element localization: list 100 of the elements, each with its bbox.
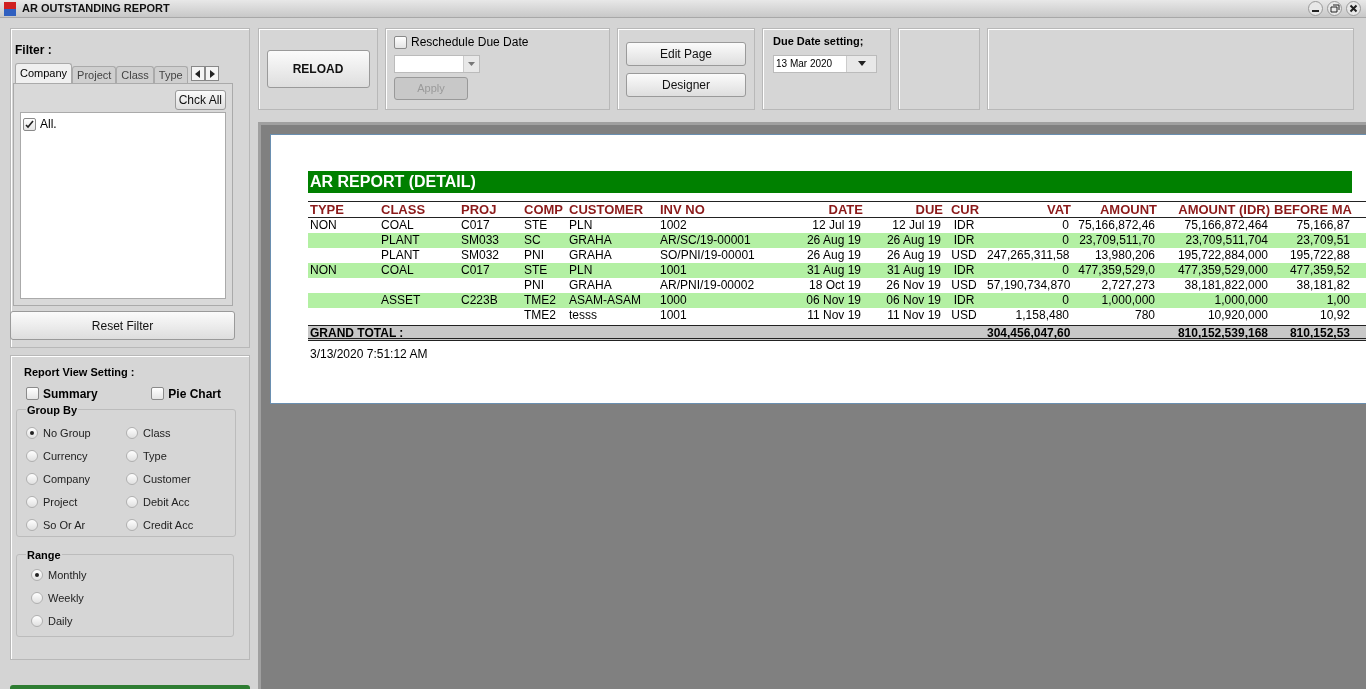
table-cell-text: 1,000,000 [1213,293,1269,308]
table-cell-text: 11 Nov 19 [806,308,862,323]
radio-button[interactable] [26,496,38,508]
column-header: TYPE [309,202,345,217]
radio-button[interactable] [126,473,138,485]
radio-button[interactable] [31,569,43,581]
table-cell-text: 23,709,51 [1295,233,1351,248]
left-arrow-icon [194,69,201,78]
column-header: INV NO [659,202,706,217]
table-cell-text: 477,359,529,0 [1077,263,1156,278]
table-cell-text: AR/SC/19-00001 [659,233,752,248]
column-header: BEFORE MA [1273,202,1352,217]
right-arrow-icon [208,69,215,78]
radio-button[interactable] [26,427,38,439]
reset-filter-button[interactable]: Reset Filter [10,311,235,340]
table-cell-text: STE [523,263,549,278]
table-cell-text: 06 Nov 19 [885,293,942,308]
checkbox[interactable] [394,35,407,49]
table-cell-text: 31 Aug 19 [805,263,862,278]
reload-button[interactable]: RELOAD [266,50,370,88]
check-icon [25,119,34,129]
table-cell-text: 1,00 [1325,293,1351,308]
table-cell-text: 1,158,480 [1014,308,1070,323]
tab[interactable]: Type [153,66,188,83]
report-view-label: Report View Setting : [24,365,136,380]
radio-button[interactable] [31,592,43,604]
table-cell-text: 57,190,734,870 [986,278,1071,293]
option-label: Summary [43,385,98,403]
table-cell-text: 0 [1061,293,1070,308]
table-cell-text: TME2 [523,308,557,323]
table-cell-text: 38,181,822,000 [1183,278,1269,293]
table-cell-text: 1001 [659,263,688,278]
report-title: AR REPORT (DETAIL) [308,171,1352,193]
table-cell-text: NON [309,263,338,278]
radio-label: Project [43,494,78,510]
checkbox[interactable] [26,387,39,400]
table-cell-text: 26 Nov 19 [885,278,942,293]
table-cell-text: COAL [380,263,415,278]
table-cell-text: PLN [568,218,594,233]
table-cell-text: 10,92 [1318,308,1351,323]
radio-label: Customer [143,471,191,487]
table-cell-text: 0 [1061,263,1070,278]
table-cell-text: 26 Aug 19 [885,233,942,248]
table-cell-text: ASSET [380,293,422,308]
option-label: Pie Chart [168,385,221,403]
column-header: AMOUNT (IDR) [1177,202,1270,217]
date-dropdown[interactable] [394,55,480,73]
table-cell-text: IDR [952,293,976,308]
table-cell-text: PLANT [380,248,421,263]
checkbox[interactable] [151,387,165,400]
table-cell-text: 26 Aug 19 [805,233,862,248]
table-cell-text: 0 [1061,233,1070,248]
table-cell-text: 247,265,311,58 [986,248,1071,263]
radio-button[interactable] [126,427,138,439]
radio-button[interactable] [26,519,38,531]
table-cell-text: USD [950,308,978,323]
table-cell-text: USD [950,248,978,263]
radio-button[interactable] [26,473,38,485]
tab[interactable]: Project [72,66,117,83]
list-item: All. [40,116,57,133]
filter-label: Filter : [15,42,53,59]
table-cell-text: 10,920,000 [1206,308,1269,323]
table-cell-text: 1002 [659,218,688,233]
radio-label: Weekly [48,590,84,606]
caret-icon [468,62,475,66]
table-cell-text: GRAHA [568,248,613,263]
table-cell-text: SC [523,233,542,248]
close-icon[interactable] [1345,1,1362,16]
radio-label: Company [43,471,91,487]
due-date-label: Due Date setting; [773,34,865,49]
tab[interactable]: Class [116,66,154,83]
table-cell-text: 195,722,884,000 [1176,248,1269,263]
table-cell-text: 0 [1061,218,1070,233]
check-all-button[interactable]: Chck All [174,90,226,110]
total-cell-text: 810,152,53 [1288,326,1351,340]
radio-button[interactable] [26,450,38,462]
table-cell-text: ASAM-ASAM [568,293,642,308]
due-date-picker[interactable]: 13 Mar 2020 [773,54,877,73]
radio-button[interactable] [31,615,43,627]
total-cell-text: 304,456,047,60 [986,326,1071,340]
grand-total-label: GRAND TOTAL : [309,326,405,340]
radio-label: Class [143,425,171,441]
table-cell-text: 75,166,872,46 [1077,218,1156,233]
table-cell-text: 23,709,511,70 [1078,233,1156,248]
radio-label: Debit Acc [143,494,190,510]
tab-scroll-left[interactable] [190,66,205,81]
minimize-icon[interactable] [1307,1,1324,16]
tab[interactable]: Company [15,63,73,83]
designer-button[interactable]: Designer [626,72,746,97]
table-cell-text: 31 Aug 19 [885,263,942,278]
radio-button[interactable] [126,519,138,531]
checkbox[interactable] [23,117,36,131]
table-cell-text: 780 [1133,308,1156,323]
reschedule-label: Reschedule Due Date [411,34,529,51]
table-cell-text: SO/PNI/19-00001 [659,248,756,263]
column-header: AMOUNT [1098,202,1157,217]
radio-button[interactable] [126,496,138,508]
edit-page-button[interactable]: Edit Page [626,41,746,66]
table-cell-text: C223B [460,293,499,308]
radio-button[interactable] [126,450,138,462]
